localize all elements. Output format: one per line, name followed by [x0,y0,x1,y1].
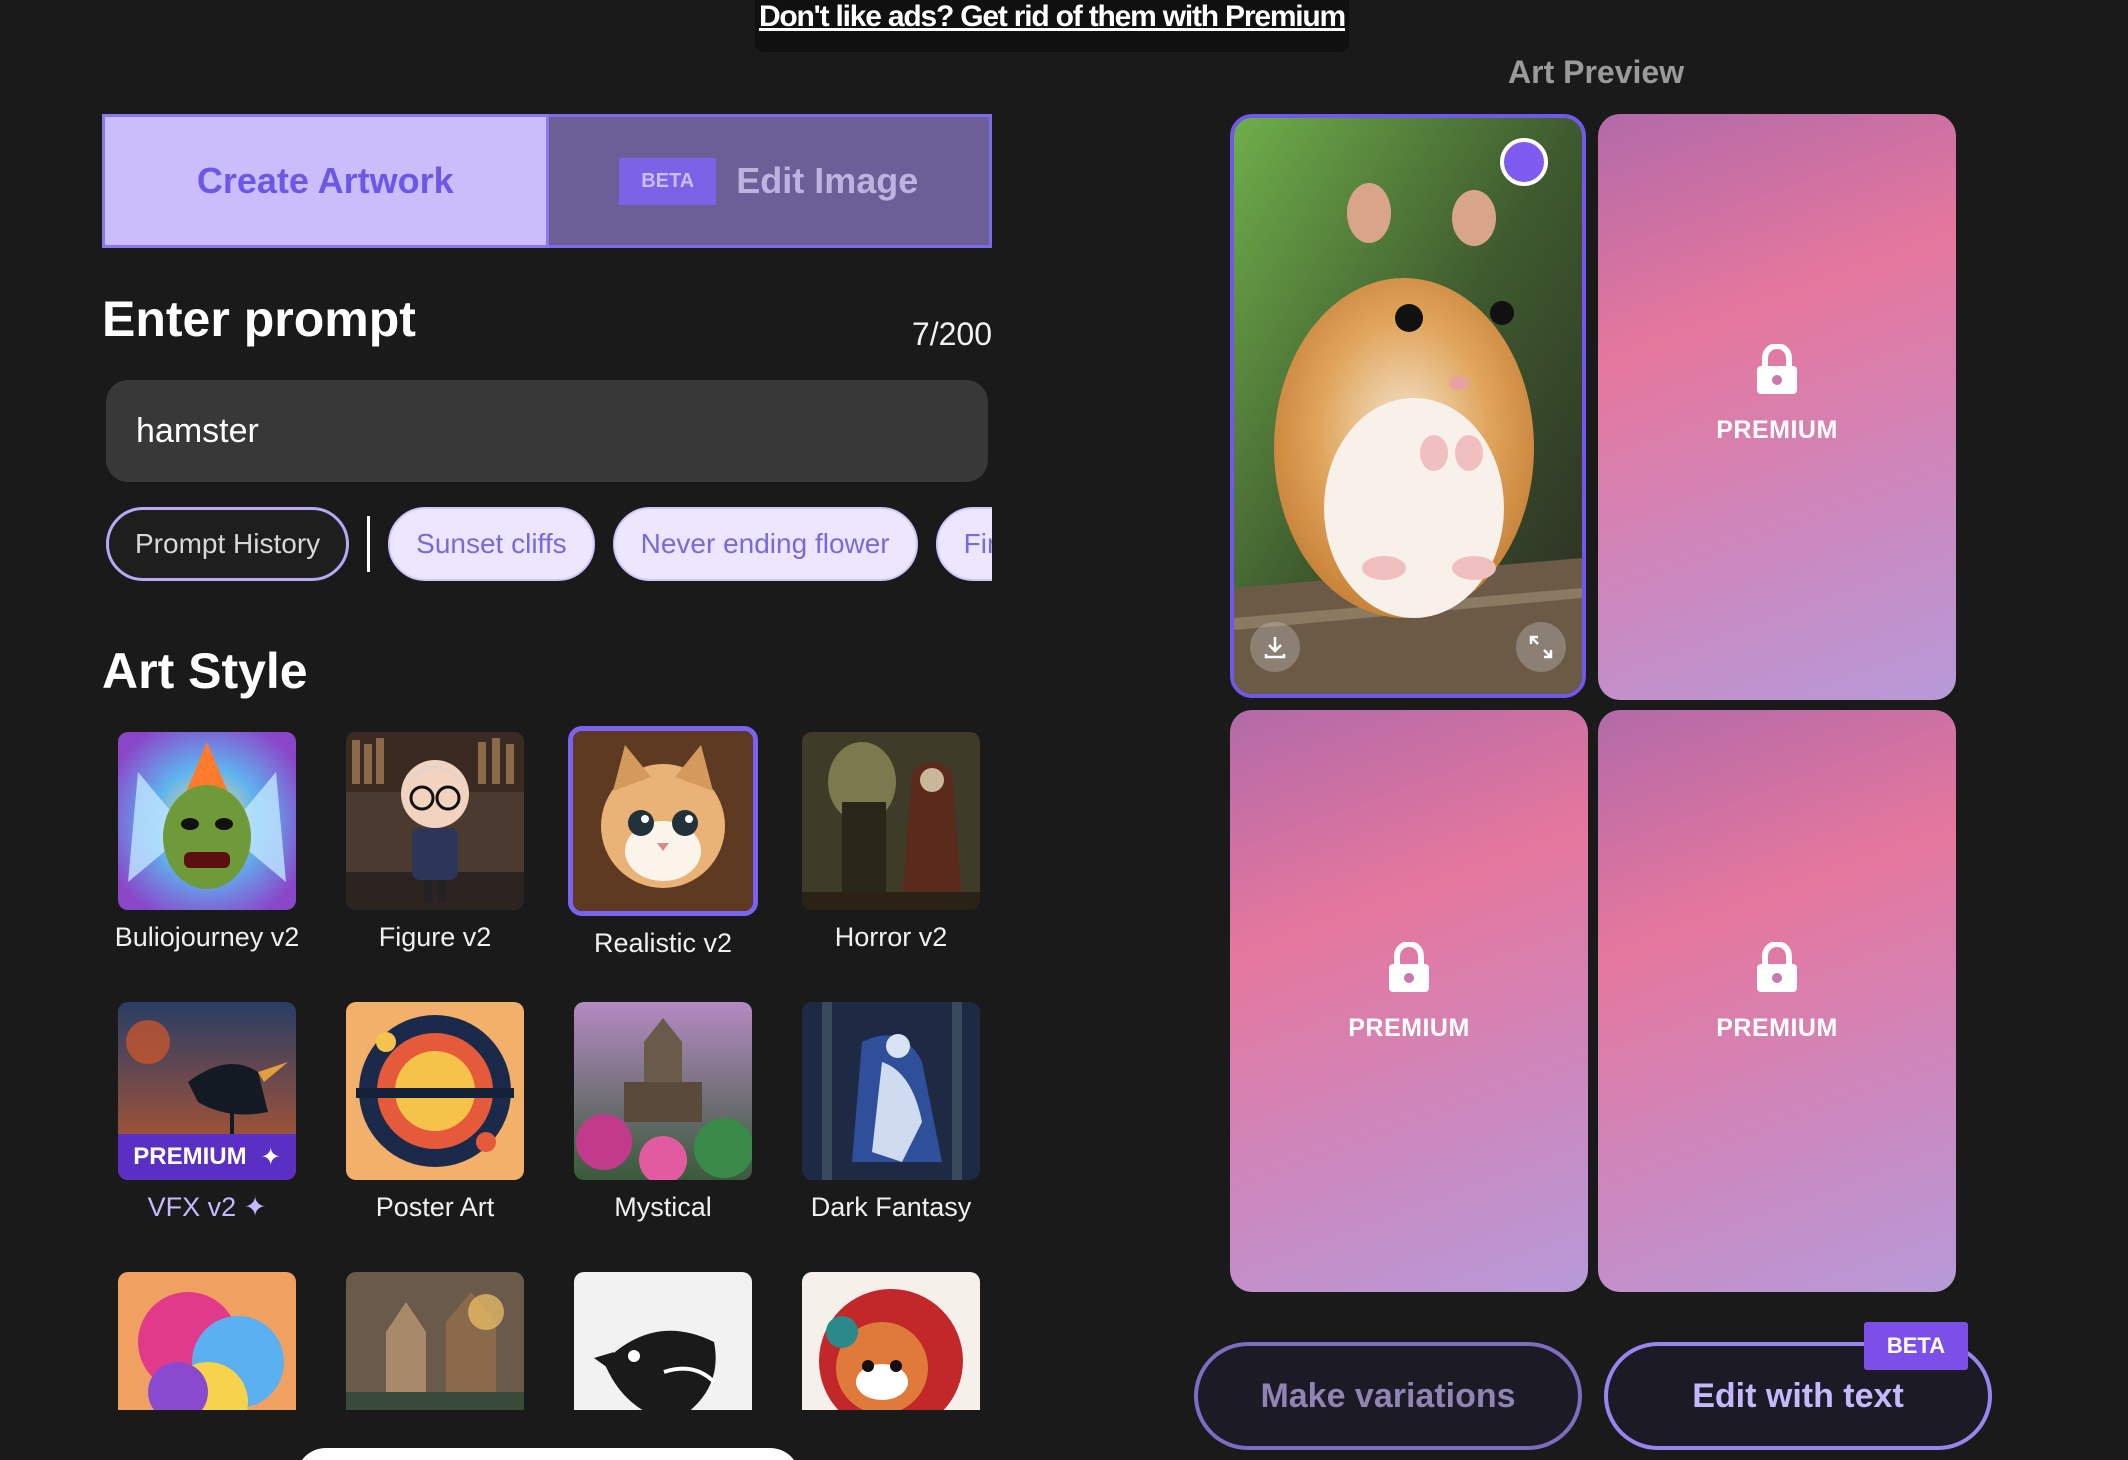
lock-overlay: PREMIUM [1348,942,1470,1043]
art-style-grid: Buliojourney v2 Figure v2 Realistic v2 H… [102,726,992,1410]
style-option-mystical[interactable]: Mystical [558,996,768,1223]
lock-icon [1757,942,1797,992]
prompt-chips: Prompt History Sunset cliffs Never endin… [106,506,992,582]
prompt-char-count: 7/200 [911,316,992,352]
preview-locked-card[interactable]: PREMIUM [1598,114,1956,700]
bottom-generate-button[interactable] [296,1448,800,1460]
tab-create-label: Create Artwork [196,160,454,201]
lock-overlay: PREMIUM [1716,344,1838,445]
mode-tabs: Create Artwork BETA Edit Image [102,114,992,248]
style-thumbnail [802,1002,980,1180]
style-thumbnail [568,726,758,916]
prompt-suggestion-chip[interactable]: Sunset cliffs [388,507,595,581]
premium-badge-label: PREMIUM [133,1143,247,1170]
style-thumbnail [802,732,980,910]
style-label: Poster Art [375,1192,495,1222]
style-option-realistic[interactable]: Realistic v2 [558,726,768,959]
lock-icon [1757,344,1797,394]
download-icon [1264,637,1286,659]
select-toggle[interactable] [1500,138,1548,186]
hamster-image [1234,118,1582,694]
tab-edit-image[interactable]: BETA Edit Image [548,114,992,248]
lock-overlay: PREMIUM [1716,942,1838,1043]
style-option[interactable] [102,1266,312,1410]
beta-badge: BETA [1864,1322,1968,1370]
prompt-history-button[interactable]: Prompt History [106,507,350,581]
prompt-suggestion-chip[interactable]: Fire and ice [935,507,992,581]
style-thumbnail [574,1002,752,1180]
style-label: Horror v2 [834,922,948,952]
style-thumbnail: PREMIUM ✦ [118,1002,296,1180]
style-thumbnail [802,1272,980,1410]
style-option-figure[interactable]: Figure v2 [330,726,540,953]
expand-icon [1529,635,1553,659]
premium-badge: PREMIUM ✦ [118,1134,296,1180]
style-thumbnail [118,1272,296,1410]
style-thumbnail [346,732,524,910]
style-option-dark-fantasy[interactable]: Dark Fantasy [786,996,992,1223]
chip-divider [367,516,371,572]
style-option[interactable] [558,1266,768,1410]
style-option[interactable] [330,1266,540,1410]
premium-label: PREMIUM [1348,1014,1470,1042]
style-label: Dark Fantasy [810,1192,972,1222]
style-thumbnail [346,1002,524,1180]
style-option-buliojourney[interactable]: Buliojourney v2 [102,726,312,953]
download-button[interactable] [1250,622,1300,672]
sparkle-icon: ✦ [260,1143,281,1171]
style-option-horror[interactable]: Horror v2 [786,726,992,953]
art-style-title: Art Style [102,643,308,699]
premium-label: PREMIUM [1716,1014,1838,1042]
lock-icon [1389,942,1429,992]
prompt-suggestion-chip[interactable]: Never ending flower [612,507,918,581]
preview-locked-card[interactable]: PREMIUM [1230,710,1588,1292]
style-thumbnail [346,1272,524,1410]
style-option-poster-art[interactable]: Poster Art [330,996,540,1223]
style-label: Buliojourney v2 [114,922,300,952]
style-thumbnail [118,732,296,910]
beta-tag: BETA [619,157,717,205]
make-variations-button[interactable]: Make variations [1194,1342,1582,1450]
art-preview-title: Art Preview [1508,54,1685,90]
style-label: Figure v2 [378,922,492,952]
premium-label: PREMIUM [1716,416,1838,444]
prompt-title: Enter prompt [102,291,416,347]
style-label: Mystical [614,1192,712,1222]
style-label: Realistic v2 [593,928,733,958]
preview-locked-card[interactable]: PREMIUM [1598,710,1956,1292]
ad-banner: Don't like ads? Get rid of them with Pre… [755,0,1349,52]
style-label: VFX v2 ✦ [147,1192,267,1222]
style-option[interactable] [786,1266,992,1410]
style-option-vfx[interactable]: PREMIUM ✦ VFX v2 ✦ [102,996,312,1223]
tab-edit-label: Edit Image [736,160,919,201]
style-thumbnail [574,1272,752,1410]
remove-ads-link[interactable]: Don't like ads? Get rid of them with Pre… [759,0,1346,34]
expand-button[interactable] [1516,622,1566,672]
prompt-input[interactable] [106,380,988,482]
preview-image-card[interactable] [1230,114,1586,698]
tab-create-artwork[interactable]: Create Artwork [102,114,549,248]
